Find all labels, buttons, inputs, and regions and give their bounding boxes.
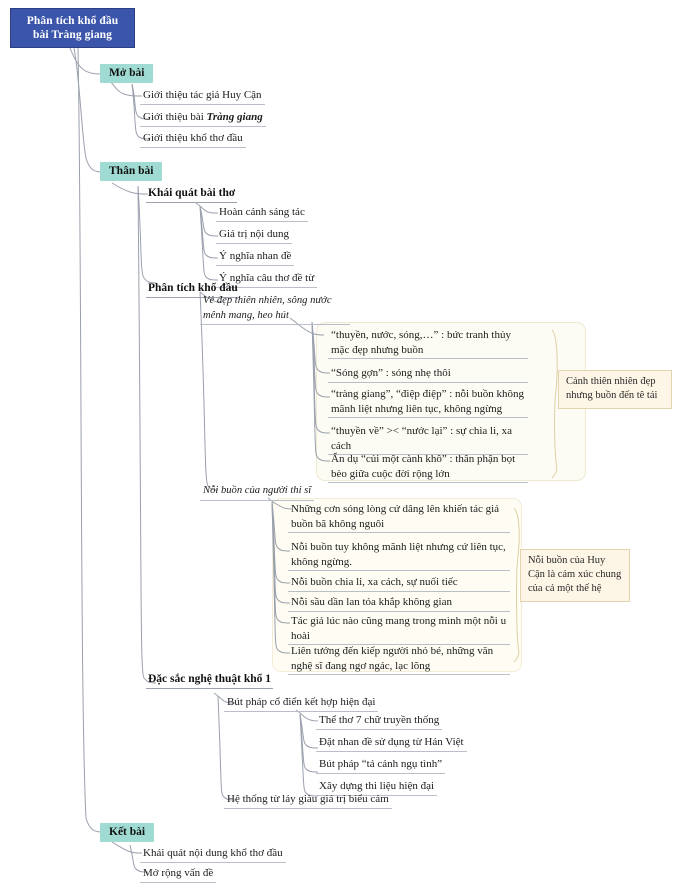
group-sorrow-heading[interactable]: Nỗi buồn của người thi sĩ xyxy=(200,484,315,501)
dac-sac-item-1[interactable]: Bút pháp cổ điển kết hợp hiện đại xyxy=(224,695,379,712)
mo-bai-item-2-pre: Giới thiệu bài xyxy=(143,111,207,123)
mindmap-canvas: Phân tích khổ đầu bài Tràng giang Mở bài… xyxy=(0,0,680,888)
branch-ket-bai[interactable]: Kết bài xyxy=(100,823,155,842)
group-nature-item-1[interactable]: “thuyền, nước, sóng,…” : bức tranh thủy … xyxy=(328,328,528,359)
group-nature-item-4[interactable]: “thuyền về” >< “nước lại” : sự chia li, … xyxy=(328,424,528,455)
group-sorrow-item-2[interactable]: Nỗi buồn tuy không mãnh liệt nhưng cứ li… xyxy=(288,540,510,571)
ket-bai-item-2[interactable]: Mở rộng vấn đề xyxy=(140,866,217,883)
section-khai-quat-bai-tho[interactable]: Khái quát bài thơ xyxy=(146,186,238,203)
root-title-line1: Phân tích khổ đầu xyxy=(26,15,119,27)
branch-mo-bai[interactable]: Mở bài xyxy=(100,64,154,83)
group-sorrow-item-5[interactable]: Tác giả lúc nào cũng mang trong mình một… xyxy=(288,614,510,645)
group-nature-heading[interactable]: Vẻ đẹp thiên nhiên, sông nước mênh mang,… xyxy=(200,294,350,325)
group-nature-item-5[interactable]: Ẩn dụ “củi một cành khô” : thân phận bọt… xyxy=(328,452,528,483)
mo-bai-item-2-emphasis: Tràng giang xyxy=(206,111,263,123)
dac-sac-item-2[interactable]: Hệ thống từ láy giàu giá trị biểu cảm xyxy=(224,792,392,809)
group-sorrow-item-6[interactable]: Liên tưởng đến kiếp người nhỏ bé, những … xyxy=(288,644,510,675)
khai-quat-item-1[interactable]: Hoàn cảnh sáng tác xyxy=(216,205,308,222)
root-title-line2: bài Tràng giang xyxy=(32,28,113,41)
khai-quat-item-3[interactable]: Ý nghĩa nhan đề xyxy=(216,249,295,266)
group-sorrow-item-3[interactable]: Nỗi buồn chia li, xa cách, sự nuối tiếc xyxy=(288,575,510,592)
section-dac-sac-nghe-thuat[interactable]: Đặc sắc nghệ thuật khổ 1 xyxy=(146,672,274,689)
root-node[interactable]: Phân tích khổ đầu bài Tràng giang xyxy=(10,8,135,48)
group-nature-item-2[interactable]: “Sóng gợn” : sóng nhẹ thôi xyxy=(328,366,528,383)
mo-bai-item-3[interactable]: Giới thiệu khổ thơ đầu xyxy=(140,131,246,148)
khai-quat-item-2[interactable]: Giá trị nội dung xyxy=(216,227,292,244)
callout-sorrow: Nỗi buồn của Huy Cận là cảm xúc chung củ… xyxy=(520,549,630,602)
group-sorrow-item-1[interactable]: Những cơn sóng lòng cứ dâng lên khiến tá… xyxy=(288,502,510,533)
group-sorrow-item-4[interactable]: Nỗi sầu dần lan tỏa khắp không gian xyxy=(288,595,510,612)
branch-than-bai[interactable]: Thân bài xyxy=(100,162,163,181)
ket-bai-item-1[interactable]: Khái quát nội dung khổ thơ đầu xyxy=(140,846,286,863)
dac-sac-sub-item-2[interactable]: Đặt nhan đề sử dụng từ Hán Việt xyxy=(316,735,467,752)
mo-bai-item-2[interactable]: Giới thiệu bài Tràng giang xyxy=(140,110,266,127)
dac-sac-sub-item-3[interactable]: Bút pháp “tả cảnh ngụ tình” xyxy=(316,757,446,774)
mo-bai-item-1[interactable]: Giới thiệu tác giả Huy Cận xyxy=(140,88,265,105)
dac-sac-sub-item-1[interactable]: Thể thơ 7 chữ truyền thống xyxy=(316,713,443,730)
group-nature-item-3[interactable]: “tràng giang”, “điệp điệp” : nỗi buồn kh… xyxy=(328,387,528,418)
callout-nature: Cảnh thiên nhiên đẹp nhưng buồn đến tê t… xyxy=(558,370,672,409)
